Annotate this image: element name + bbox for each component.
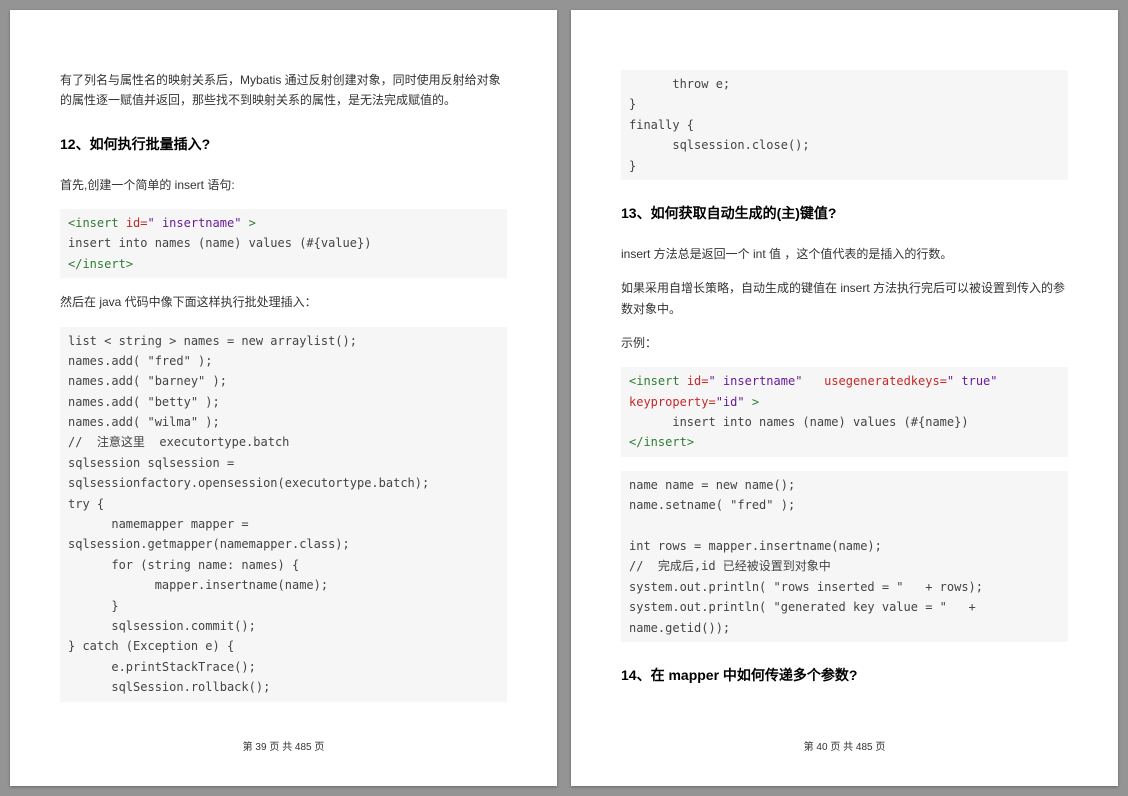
tag-close-name: insert (82, 257, 125, 271)
intro-text: 有了列名与属性名的映射关系后，Mybatis 通过反射创建对象，同时使用反射给对… (60, 70, 507, 111)
p1: insert 方法总是返回一个 int 值 ，这个值代表的是插入的行数。 (621, 244, 1068, 264)
then-line: 然后在 java 代码中像下面这样执行批处理插入： (60, 292, 507, 312)
heading-13: 13、如何获取自动生成的(主)键值? (621, 202, 1068, 226)
c3-body: insert into names (name) values (#{name}… (629, 415, 969, 429)
c3-tag: insert (636, 374, 679, 388)
code-block-1: <insert id=" insertname" > insert into n… (60, 209, 507, 278)
c3-close-name: insert (643, 435, 686, 449)
code-block-2: list < string > names = new arraylist();… (60, 327, 507, 702)
c3-close-lt: </ (629, 435, 643, 449)
heading-12: 12、如何执行批量插入? (60, 133, 507, 157)
page-left: 有了列名与属性名的映射关系后，Mybatis 通过反射创建对象，同时使用反射给对… (10, 10, 557, 786)
tag-close-lt: </ (68, 257, 82, 271)
page-footer-left: 第 39 页 共 485 页 (60, 729, 507, 756)
tag-close-gt: > (126, 257, 133, 271)
tag-open-name: insert (75, 216, 118, 230)
heading-14: 14、在 mapper 中如何传递多个参数? (621, 664, 1068, 688)
page-right-content: throw e; } finally { sqlsession.close();… (621, 70, 1068, 729)
attr-id: id= (119, 216, 148, 230)
p2: 如果采用自增长策略，自动生成的键值在 insert 方法执行完后可以被设置到传入… (621, 278, 1068, 319)
c3-gt: > (745, 395, 759, 409)
first-line: 首先,创建一个简单的 insert 语句: (60, 175, 507, 195)
c3-close-gt: > (687, 435, 694, 449)
code-block-cont: throw e; } finally { sqlsession.close();… (621, 70, 1068, 180)
page-left-content: 有了列名与属性名的映射关系后，Mybatis 通过反射创建对象，同时使用反射给对… (60, 70, 507, 729)
code-block-3b: name name = new name(); name.setname( "f… (621, 471, 1068, 642)
attr-id-val: " insertname" (148, 216, 242, 230)
c3-aid: id= (680, 374, 709, 388)
tag-open-gt: > (241, 216, 255, 230)
page-right: throw e; } finally { sqlsession.close();… (571, 10, 1118, 786)
c3-augk: usegeneratedkeys= (802, 374, 947, 388)
c3-vid: " insertname" (709, 374, 803, 388)
code-block-3: <insert id=" insertname" usegeneratedkey… (621, 367, 1068, 457)
p3: 示例： (621, 333, 1068, 353)
c3-vkp: "id" (716, 395, 745, 409)
code1-body: insert into names (name) values (#{value… (68, 236, 371, 250)
page-footer-right: 第 40 页 共 485 页 (621, 729, 1068, 756)
c3-vugk: " true" (947, 374, 998, 388)
